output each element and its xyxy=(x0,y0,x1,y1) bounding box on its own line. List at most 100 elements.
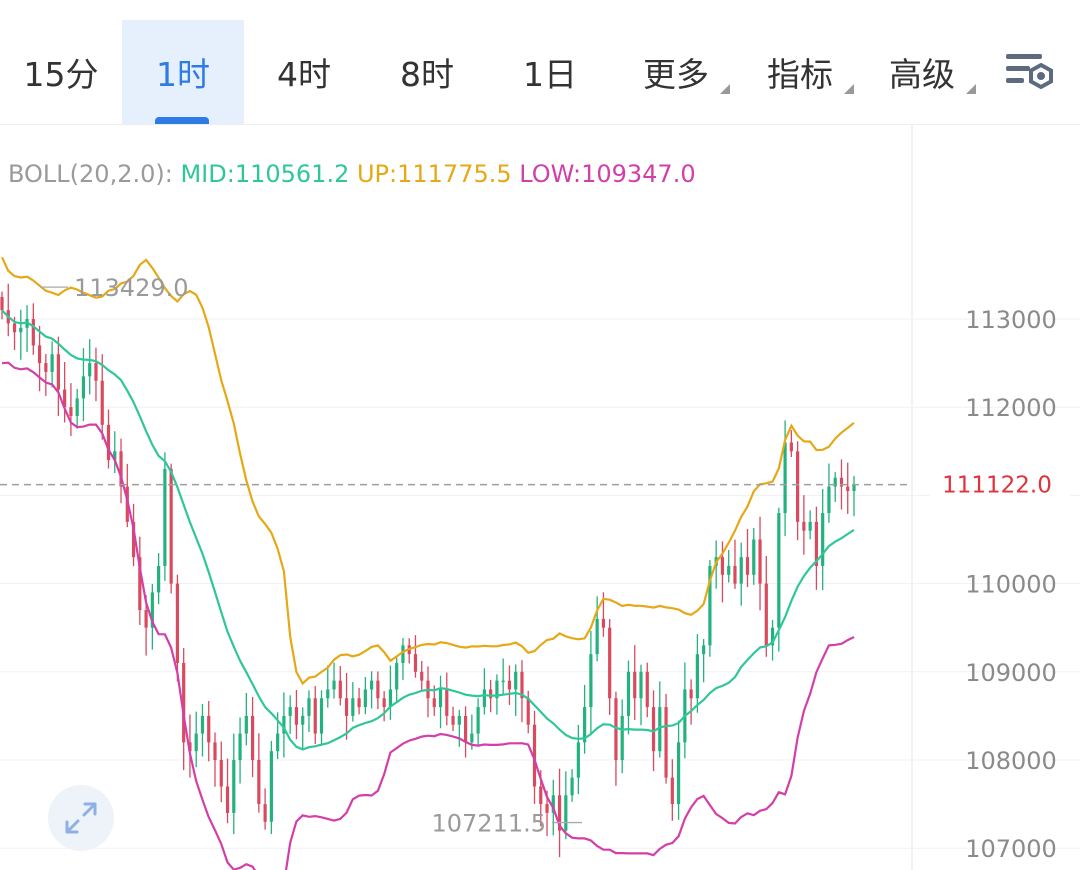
y-tick-label: 113000 xyxy=(965,306,1057,334)
tab-15min[interactable]: 15分 xyxy=(0,20,122,124)
candle-body xyxy=(645,671,649,708)
candle-body xyxy=(395,662,399,690)
candle-body xyxy=(438,689,443,708)
candle-body xyxy=(489,689,493,699)
chart-settings-icon[interactable] xyxy=(1000,50,1058,94)
candle-body xyxy=(269,751,273,822)
candle-body xyxy=(332,680,336,690)
candle-body xyxy=(463,715,468,743)
candle-body xyxy=(633,671,637,699)
tab-more[interactable]: 更多 xyxy=(622,20,730,124)
candle-body xyxy=(313,698,317,734)
candle-body xyxy=(301,715,305,725)
candle-body xyxy=(413,654,418,672)
candle-body xyxy=(244,715,248,734)
candle-body xyxy=(802,521,806,531)
candle-body xyxy=(200,715,205,734)
candle-body xyxy=(670,777,674,805)
candle-body xyxy=(507,680,512,690)
price-chart[interactable]: 107000 108000 109000 110000 112000 113000 111… xyxy=(0,124,1080,870)
y-tick-label: 107000 xyxy=(965,835,1057,863)
candle-body xyxy=(263,804,267,822)
candle-body xyxy=(752,539,756,575)
candle-body xyxy=(276,733,280,752)
candle-body xyxy=(758,539,762,584)
candle-body xyxy=(307,698,311,716)
y-tick-label: 108000 xyxy=(965,747,1057,775)
candle-body xyxy=(595,618,599,655)
candle-body xyxy=(808,521,812,531)
candle-body xyxy=(796,451,800,522)
chart-grid xyxy=(0,124,1080,870)
candle-body xyxy=(789,442,793,452)
candle-body xyxy=(144,610,148,628)
boll-upper-band xyxy=(1,256,855,686)
candle-body xyxy=(576,742,580,778)
candle-body xyxy=(608,627,612,699)
candle-body xyxy=(745,557,750,575)
candle-body xyxy=(764,583,768,646)
candle-body xyxy=(689,689,693,699)
tab-advanced[interactable]: 高级 xyxy=(868,20,976,124)
low-price-annotation: 107211.5 xyxy=(431,810,546,838)
candle-body xyxy=(501,680,505,683)
candle-body xyxy=(44,363,48,372)
candle-body xyxy=(376,680,380,699)
candle-body xyxy=(514,671,518,690)
boll-bands xyxy=(1,256,855,870)
candle-body xyxy=(250,715,255,760)
expand-chart-button[interactable] xyxy=(48,785,114,851)
candle-body xyxy=(157,565,161,593)
tab-label: 4时 xyxy=(277,55,331,94)
candle-body xyxy=(720,557,725,575)
tab-8hour[interactable]: 8时 xyxy=(366,20,488,124)
candle-body xyxy=(457,715,461,725)
tab-indicators[interactable]: 指标 xyxy=(746,20,854,124)
candle-body xyxy=(370,680,374,690)
candle-body xyxy=(319,698,324,734)
candle-body xyxy=(37,345,42,364)
candle-body xyxy=(783,442,787,514)
candle-body xyxy=(432,698,436,708)
candle-body xyxy=(357,698,361,708)
boll-lower-band xyxy=(1,361,855,870)
price-axis: 107000 108000 109000 110000 112000 113000 xyxy=(965,306,1057,863)
tab-label: 1时 xyxy=(156,55,210,94)
tab-label: 8时 xyxy=(400,55,454,94)
candle-body xyxy=(470,733,474,743)
y-tick-label: 112000 xyxy=(965,394,1057,422)
candle-body xyxy=(207,715,211,743)
candle-body xyxy=(106,424,111,461)
candle-body xyxy=(88,363,92,377)
candle-body xyxy=(482,689,486,708)
timeframe-tabs: 15分 1时 4时 8时 1日 更多 指标 高级 xyxy=(0,0,1080,125)
candle-body xyxy=(739,557,743,584)
candle-body xyxy=(50,354,54,372)
dropdown-triangle-icon xyxy=(720,84,730,94)
candle-body xyxy=(664,707,668,778)
candle-body xyxy=(100,380,104,425)
candle-body xyxy=(344,698,349,716)
candle-body xyxy=(238,733,242,760)
candle-body xyxy=(733,565,737,584)
tab-1hour[interactable]: 1时 xyxy=(122,20,244,124)
tab-4hour[interactable]: 4时 xyxy=(244,20,364,124)
candle-body xyxy=(363,689,367,708)
candle-body xyxy=(626,671,631,716)
y-tick-label: 110000 xyxy=(965,571,1057,599)
dropdown-triangle-icon xyxy=(966,84,976,94)
chart-annotations: 113429.0 107211.5 xyxy=(40,274,582,838)
tab-1day[interactable]: 1日 xyxy=(490,20,610,124)
tab-label: 更多 xyxy=(643,55,709,94)
candle-body xyxy=(81,376,86,399)
candle-body xyxy=(169,468,173,584)
candle-body xyxy=(163,468,167,566)
candle-body xyxy=(639,671,643,699)
tab-label: 1日 xyxy=(523,55,577,94)
candle-body xyxy=(695,654,699,699)
candle-body xyxy=(526,698,530,725)
candle-body xyxy=(589,654,593,708)
candle-body xyxy=(288,707,292,716)
candle-body xyxy=(232,760,236,813)
candle-body xyxy=(846,486,850,491)
